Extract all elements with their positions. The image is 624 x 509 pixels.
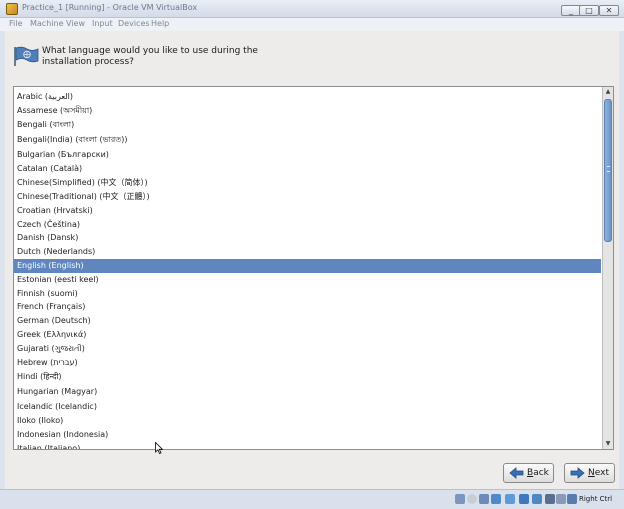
scroll-down-arrow-icon[interactable]: ▼ <box>603 439 613 449</box>
window-title-bar[interactable]: Practice_1 [Running] - Oracle VM Virtual… <box>0 0 624 18</box>
window-title: Practice_1 [Running] - Oracle VM Virtual… <box>22 3 198 12</box>
language-item[interactable]: Arabic (العربية) <box>14 90 601 104</box>
language-item[interactable]: Bulgarian (Български) <box>14 148 601 162</box>
cpu-icon[interactable] <box>545 494 555 504</box>
language-item[interactable]: Chinese(Traditional) (中文（正體）) <box>14 190 601 204</box>
language-list-scrollbar[interactable]: ▲ ▼ <box>602 87 613 449</box>
shared-folders-icon[interactable] <box>491 494 501 504</box>
scroll-up-arrow-icon[interactable]: ▲ <box>603 87 613 97</box>
language-item[interactable]: Catalan (Català) <box>14 162 601 176</box>
language-item[interactable]: French (Français) <box>14 300 601 314</box>
display-icon[interactable] <box>505 494 515 504</box>
menu-machine[interactable]: Machine <box>30 19 64 28</box>
language-item[interactable]: Danish (Dansk) <box>14 231 601 245</box>
language-item[interactable]: Finnish (suomi) <box>14 287 601 301</box>
language-item[interactable]: Hindi (हिन्दी) <box>14 370 601 384</box>
language-item[interactable]: Hebrew (עברית) <box>14 356 601 370</box>
minimize-button[interactable]: _ <box>561 5 581 16</box>
scrollbar-thumb[interactable] <box>604 99 612 242</box>
language-item[interactable]: Iloko (Iloko) <box>14 414 601 428</box>
optical-drive-icon[interactable] <box>467 494 477 504</box>
language-item[interactable]: Bengali(India) (বাংলা (ভারত)) <box>14 133 601 147</box>
menu-help[interactable]: Help <box>151 19 169 28</box>
maximize-button[interactable]: □ <box>579 5 599 16</box>
grip-icon <box>607 166 610 172</box>
language-item[interactable]: Greek (Ελληνικά) <box>14 328 601 342</box>
language-item-selected[interactable]: English (English) <box>14 259 601 273</box>
language-item[interactable]: Indonesian (Indonesia) <box>14 428 601 442</box>
mouse-cursor-icon <box>155 442 163 454</box>
language-item[interactable]: German (Deutsch) <box>14 314 601 328</box>
language-list[interactable]: Arabic (العربية) Assamese (অসমীয়া) Beng… <box>13 86 614 450</box>
next-button[interactable]: Next <box>564 463 615 483</box>
back-arrow-icon <box>509 467 524 479</box>
language-item[interactable]: Bengali (বাংলা) <box>14 118 601 132</box>
language-item[interactable]: Czech (Čeština) <box>14 218 601 232</box>
language-item[interactable]: Estonian (eesti keel) <box>14 273 601 287</box>
hard-disk-icon[interactable] <box>455 494 465 504</box>
keyboard-icon[interactable] <box>567 494 577 504</box>
question-line-1: What language would you like to use duri… <box>42 46 258 56</box>
next-arrow-icon <box>570 467 585 479</box>
close-button[interactable]: ✕ <box>599 5 619 16</box>
network-icon[interactable] <box>519 494 529 504</box>
vm-status-bar: Right Ctrl <box>0 489 624 509</box>
host-key-label: Right Ctrl <box>579 495 613 503</box>
back-button[interactable]: Back <box>503 463 554 483</box>
language-item[interactable]: Italian (Italiano) <box>14 442 601 449</box>
back-button-label: Back <box>527 468 549 478</box>
installer-screen: What language would you like to use duri… <box>5 31 619 489</box>
virtualbox-app-icon <box>6 3 18 15</box>
menu-file[interactable]: File <box>9 19 22 28</box>
menu-bar: File Machine View Input Devices Help <box>0 18 624 31</box>
language-item[interactable]: Gujarati (ગુજરાતી) <box>14 342 601 356</box>
language-item[interactable]: Croatian (Hrvatski) <box>14 204 601 218</box>
language-item[interactable]: Dutch (Nederlands) <box>14 245 601 259</box>
menu-view[interactable]: View <box>66 19 85 28</box>
menu-devices[interactable]: Devices <box>118 19 150 28</box>
question-line-2: installation process? <box>42 57 134 67</box>
language-item[interactable]: Icelandic (Icelandic) <box>14 400 601 414</box>
language-question: What language would you like to use duri… <box>42 46 302 68</box>
language-item[interactable]: Chinese(Simplified) (中文（简体）) <box>14 176 601 190</box>
flag-icon <box>14 46 39 66</box>
video-capture-icon[interactable] <box>532 494 542 504</box>
usb-icon[interactable] <box>479 494 489 504</box>
language-item[interactable]: Hungarian (Magyar) <box>14 385 601 399</box>
mouse-integration-icon[interactable] <box>556 494 566 504</box>
menu-input[interactable]: Input <box>92 19 113 28</box>
next-button-label: Next <box>588 468 609 478</box>
language-item[interactable]: Assamese (অসমীয়া) <box>14 104 601 118</box>
